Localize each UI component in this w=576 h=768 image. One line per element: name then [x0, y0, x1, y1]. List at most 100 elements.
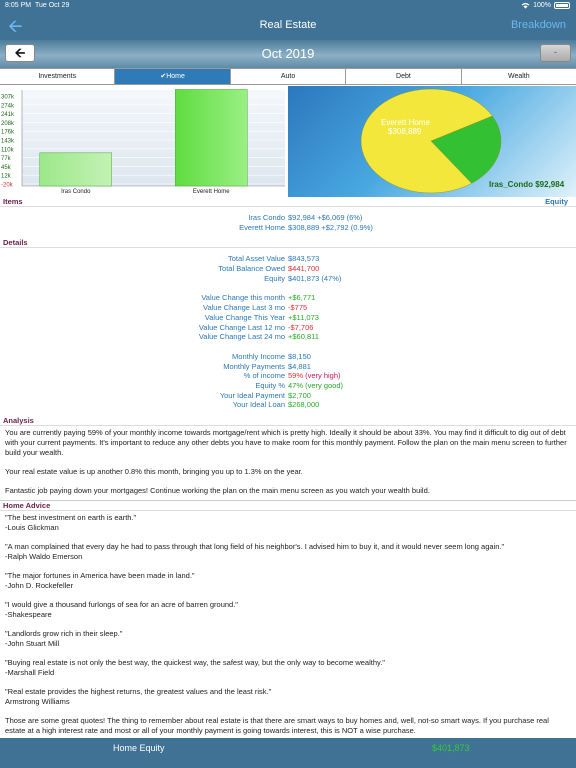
- row-value: $2,700: [288, 391, 311, 401]
- row-value: -$7,706: [288, 323, 313, 333]
- row-label: Total Asset Value: [228, 254, 285, 264]
- row-value: +$6,771: [288, 293, 315, 303]
- y-tick-label: 208k: [1, 121, 15, 127]
- value-note: (very high): [303, 371, 341, 381]
- row-label: Value Change Last 12 mo: [198, 322, 285, 332]
- advice-text: "The best investment on earth is earth."…: [0, 513, 576, 738]
- row-value: $4,881: [288, 362, 311, 372]
- row-value: $268,000: [288, 400, 319, 410]
- y-tick-label: 143k: [1, 139, 15, 145]
- row-value: $441,700: [288, 264, 319, 274]
- detail-row: % of income 59% (very high): [0, 371, 576, 381]
- y-tick-label: 176k: [1, 130, 15, 136]
- value-text: $843,573: [288, 254, 320, 264]
- pie-chart-svg: Everett Home$308,889 Iras_Condo $92,984: [360, 88, 565, 194]
- value-text: 59%: [288, 371, 304, 381]
- items-equity-label: Equity: [545, 197, 568, 206]
- advice-title: Home Advice: [3, 501, 51, 510]
- y-tick-label: 77k: [1, 156, 12, 162]
- quote-text: "I would give a thousand furlongs of sea…: [5, 600, 238, 609]
- bar-1: [175, 89, 248, 187]
- quote: "A man complained that every day he had …: [0, 542, 576, 562]
- footer-bar: Home Equity $401,873: [0, 738, 576, 768]
- row-value: $308,889 +$2,792 (0.9%): [288, 223, 373, 233]
- tab-home[interactable]: ✔Home: [115, 69, 231, 84]
- pie-label-small: Iras_Condo $92,984: [489, 180, 565, 189]
- quote: "Real estate provides the highest return…: [0, 687, 576, 707]
- page-title: Real Estate: [259, 19, 317, 31]
- nav-bar: 🡨 Real Estate Breakdown: [0, 12, 576, 40]
- detail-row: Your Ideal Payment $2,700: [0, 391, 576, 401]
- quote-author: -Shakespeare: [5, 610, 52, 619]
- items-list: Iras Condo $92,984 +$6,069 (6%) Everett Ho…: [0, 213, 576, 232]
- value-text: 47% (very good): [288, 380, 344, 390]
- quote-text: "A man complained that every day he had …: [5, 542, 505, 551]
- details-group-income: Monthly Income $8,150 Monthly Payments $4,8…: [0, 352, 576, 410]
- value-text: +$11,073: [288, 312, 319, 322]
- details-header: Details: [0, 238, 576, 249]
- row-value: +$60,811: [288, 332, 319, 342]
- advice-paragraph: Those are some great quotes! The thing t…: [5, 716, 549, 735]
- quote-author: -John Stuart Mill: [5, 639, 60, 648]
- home-equity-label: Home Equity: [113, 743, 165, 753]
- item-row: Everett Home $308,889 +$2,792 (0.9%): [0, 223, 576, 233]
- x-tick-label: Everett Home: [193, 189, 230, 195]
- tab-wealth[interactable]: Wealth: [462, 69, 576, 84]
- value-text: $8,150: [288, 351, 311, 361]
- quote-author: -Marshall Field: [5, 668, 55, 677]
- bar-chart: 307k 274k 241k 208k 176k 143k 110k 77k 45k 12k -20…: [0, 86, 288, 197]
- items-title: Items: [3, 197, 23, 206]
- bar-chart-svg: 307k 274k 241k 208k 176k 143k 110k 77k 45k 12k -20…: [1, 89, 285, 195]
- status-right: 100%: [521, 2, 570, 9]
- row-value: $401,873 (47%): [288, 274, 341, 284]
- row-value: $8,150: [288, 352, 311, 362]
- tab-label: Debt: [396, 73, 411, 80]
- tab-label: Investments: [38, 73, 77, 80]
- value-text: +$60,811: [288, 332, 319, 342]
- row-value: $92,984 +$6,069 (6%): [288, 213, 362, 223]
- analysis-paragraph: Fantastic job paying down your mortgages…: [5, 486, 430, 495]
- status-date: Tue Oct 29: [34, 2, 70, 9]
- analysis-paragraph: Your real estate value is up another 0.8…: [5, 467, 303, 476]
- row-label: Equity: [264, 273, 285, 283]
- value-text: -$7,706: [288, 322, 314, 332]
- y-tick-label: 110k: [1, 147, 15, 153]
- home-equity-value: $401,873: [432, 743, 470, 753]
- row-label: Monthly Payments: [223, 361, 285, 371]
- row-label: Your Ideal Payment: [219, 390, 285, 400]
- category-tabs: Investments ✔Home Auto Debt Wealth: [0, 68, 576, 85]
- row-label: Value Change Last 24 mo: [198, 332, 285, 342]
- details-group-changes: Value Change this month +$6,771 Value Chan…: [0, 293, 576, 341]
- row-label: Equity %: [255, 380, 285, 390]
- details-group-totals: Total Asset Value $843,573 Total Balance O…: [0, 254, 576, 283]
- detail-row: Value Change this month +$6,771: [0, 293, 576, 303]
- value-text: -$775: [288, 303, 308, 313]
- row-value: +$11,073: [288, 313, 319, 323]
- y-tick-label: 45k: [1, 165, 12, 171]
- tab-investments[interactable]: Investments: [0, 69, 116, 84]
- row-label: Your Ideal Loan: [232, 400, 285, 410]
- status-time-date: 8:05 PM Tue Oct 29: [5, 2, 69, 9]
- bar-0: [39, 152, 112, 187]
- row-label: Everett Home: [239, 222, 285, 232]
- status-time: 8:05 PM: [5, 2, 32, 9]
- tab-label: Home: [166, 73, 185, 80]
- breakdown-button[interactable]: Breakdown: [511, 19, 566, 31]
- row-label: Value Change Last 3 mo: [203, 303, 285, 313]
- value-text: $268,000: [288, 400, 320, 410]
- value-text: +$6,771: [288, 293, 316, 303]
- value-text: $441,700: [288, 264, 320, 274]
- next-month-button[interactable]: -: [540, 44, 571, 62]
- quote-author: -Louis Glickman: [5, 523, 59, 532]
- month-label: Oct 2019: [261, 46, 315, 61]
- detail-row: Total Asset Value $843,573: [0, 254, 576, 264]
- details-title: Details: [3, 238, 28, 248]
- detail-row: Equity $401,873 (47%): [0, 274, 576, 284]
- status-bar: 8:05 PM Tue Oct 29 100%: [0, 0, 576, 12]
- row-value: -$775: [288, 303, 307, 313]
- month-header: 🡨 Oct 2019 -: [0, 40, 576, 68]
- quote: "I would give a thousand furlongs of sea…: [0, 600, 576, 620]
- tab-auto[interactable]: Auto: [231, 69, 347, 84]
- items-header: Items Equity: [0, 197, 576, 207]
- tab-debt[interactable]: Debt: [346, 69, 462, 84]
